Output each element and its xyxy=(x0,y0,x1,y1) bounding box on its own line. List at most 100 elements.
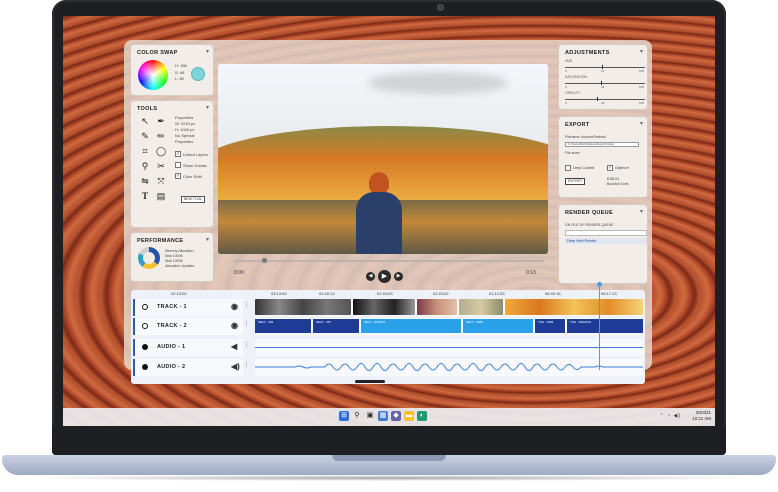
more-icon[interactable]: ⋮ xyxy=(244,342,249,348)
audio-lane-1[interactable] xyxy=(255,339,643,356)
ruler-tick: 01:12:03 xyxy=(489,291,505,296)
track-record-icon[interactable] xyxy=(142,364,148,370)
new-tool-button[interactable]: NEW TOOL xyxy=(181,196,205,203)
task-view-icon[interactable]: ▣ xyxy=(365,411,375,421)
chat-icon[interactable]: ◆ xyxy=(391,411,401,421)
video-clip-sunset[interactable] xyxy=(417,299,457,315)
start-icon[interactable]: ⊞ xyxy=(339,411,349,421)
widgets-icon[interactable]: ▦ xyxy=(378,411,388,421)
eye-icon[interactable]: ◉ xyxy=(231,321,238,330)
audio-level-line xyxy=(255,347,643,348)
clip-bar[interactable]: TSH - SEARCH xyxy=(567,319,643,333)
fast-forward-icon[interactable]: ▶ xyxy=(394,272,403,281)
scrubber-handle[interactable] xyxy=(262,258,267,263)
panel-title: RENDER QUEUE xyxy=(565,210,613,216)
video-clip-bw[interactable] xyxy=(255,299,351,315)
audio-waveform xyxy=(255,363,643,371)
color-swap-panel: COLOR SWAP ▾ H: 186 S: 46 L: 80 xyxy=(130,44,214,96)
pen-tool-icon[interactable]: ✒ xyxy=(155,115,167,127)
zoom-tool-icon[interactable]: ⚲ xyxy=(139,160,151,172)
crop-tool-icon[interactable]: ⌗ xyxy=(139,145,151,157)
optimize-checkbox[interactable]: ✓ Optimize xyxy=(607,165,629,171)
tool-properties: Properties W: 2240 px H: 1040 px No Spec… xyxy=(175,115,213,145)
panel-menu-icon[interactable]: ▾ xyxy=(206,104,209,111)
play-icon[interactable]: ▶ xyxy=(378,270,391,283)
ruler-tick: 01:40:13 xyxy=(319,291,335,296)
clip-bar[interactable]: TSH - 3456 xyxy=(535,319,565,333)
text-tool-icon[interactable]: T xyxy=(139,190,151,202)
scissors-tool-icon[interactable]: ✂ xyxy=(155,160,167,172)
more-icon[interactable]: ⋮ xyxy=(244,321,249,327)
video-clip-autumn[interactable] xyxy=(505,299,643,315)
deep-context-checkbox[interactable]: Deep Context xyxy=(565,165,594,171)
preview-scrubber[interactable] xyxy=(234,260,544,262)
panel-menu-icon[interactable]: ▾ xyxy=(640,48,643,55)
queue-selected-item[interactable]: Deep Next Render xyxy=(565,238,647,244)
document-tool-icon[interactable]: ▤ xyxy=(155,190,167,202)
edge-icon[interactable]: ◐ xyxy=(417,411,427,421)
timeline-ruler: 02:13:00 03:13:00 01:40:13 01:44:03 01:2… xyxy=(131,290,645,297)
rewind-icon[interactable]: ◀ xyxy=(366,272,375,281)
clip-bar[interactable]: SELF - 5080 xyxy=(463,319,533,333)
timeline-playhead[interactable] xyxy=(597,282,602,370)
checkbox-box[interactable]: ✓ xyxy=(607,165,613,171)
system-tray-icons[interactable]: ⌃ ◔ ◀) xyxy=(660,413,682,419)
track-record-icon[interactable] xyxy=(142,344,148,350)
search-icon[interactable]: ⚲ xyxy=(352,411,362,421)
color-shift-checkbox[interactable]: ✓ Color Shift xyxy=(175,173,202,179)
linked-layers-checkbox[interactable]: ✓ Linked Layers xyxy=(175,151,208,157)
video-lane-2[interactable]: SELF - 345 SELF - 357 SELF - 07/2023 SEL… xyxy=(255,318,643,335)
hue-slider[interactable] xyxy=(565,65,645,69)
taskbar-clock[interactable]: 9/23/21 10:11 AM xyxy=(692,410,711,422)
ellipse-tool-icon[interactable]: ◯ xyxy=(155,145,167,157)
brush-tool-icon[interactable]: ✎ xyxy=(139,130,151,142)
checkbox-box[interactable]: ✓ xyxy=(175,173,181,179)
track-record-icon[interactable] xyxy=(142,323,148,329)
eye-icon[interactable]: ◉ xyxy=(231,302,238,311)
timeline-scroll-thumb[interactable] xyxy=(355,380,385,383)
color-wheel[interactable] xyxy=(138,60,168,90)
panel-title: TOOLS xyxy=(137,106,158,112)
audio-lane-2[interactable] xyxy=(255,359,643,376)
speaker-icon[interactable]: ◀ xyxy=(231,342,237,351)
slider-thumb[interactable] xyxy=(597,97,598,101)
video-clip-field[interactable] xyxy=(459,299,503,315)
video-preview[interactable] xyxy=(218,64,548,254)
export-button[interactable]: EXPORT xyxy=(565,178,585,185)
panel-menu-icon[interactable]: ▾ xyxy=(640,120,643,127)
performance-donut-chart xyxy=(138,247,160,269)
checkbox-box[interactable]: ✓ xyxy=(175,151,181,157)
video-lane-1[interactable] xyxy=(255,299,643,316)
move-tool-icon[interactable]: ↖ xyxy=(139,115,151,127)
pencil-tool-icon[interactable]: ✏ xyxy=(155,130,167,142)
flip-tool-icon[interactable]: ⇋ xyxy=(139,175,151,187)
clip-bar[interactable]: SELF - 07/2023 xyxy=(361,319,461,333)
video-clip-dark[interactable] xyxy=(353,299,415,315)
clock-time: 10:11 AM xyxy=(692,416,711,421)
checkbox-box[interactable] xyxy=(565,165,571,171)
track-record-icon[interactable] xyxy=(142,304,148,310)
track-header-video-1[interactable]: TRACK - 1 ◉ ⋮ xyxy=(133,299,249,316)
checkbox-label: Deep Context xyxy=(573,166,595,170)
panel-menu-icon[interactable]: ▾ xyxy=(640,208,643,215)
speaker-loud-icon[interactable]: ◀) xyxy=(231,362,240,371)
show-guides-checkbox[interactable]: Show Guides xyxy=(175,162,207,168)
saturation-slider[interactable] xyxy=(565,81,645,85)
track-header-video-2[interactable]: TRACK - 2 ◉ ⋮ xyxy=(133,318,249,335)
track-header-audio-1[interactable]: AUDIO - 1 ◀ ⋮ xyxy=(133,339,249,356)
clip-bar[interactable]: SELF - 345 xyxy=(255,319,311,333)
opacity-slider[interactable] xyxy=(565,97,645,101)
slider-min: 0 xyxy=(565,101,567,105)
export-path-field[interactable]: C:/Users/Dell/Videos/Export/Folder xyxy=(565,142,639,147)
file-explorer-icon[interactable]: ▬ xyxy=(404,411,414,421)
hue-value: H: 186 xyxy=(175,63,187,68)
panel-menu-icon[interactable]: ▾ xyxy=(206,48,209,55)
transform-tool-icon[interactable]: ⤧ xyxy=(155,175,167,187)
panel-menu-icon[interactable]: ▾ xyxy=(206,236,209,243)
more-icon[interactable]: ⋮ xyxy=(244,302,249,308)
color-swatch[interactable] xyxy=(191,67,205,81)
track-header-audio-2[interactable]: AUDIO - 2 ◀) ⋮ xyxy=(133,359,249,376)
clip-bar[interactable]: SELF - 357 xyxy=(313,319,359,333)
checkbox-box[interactable] xyxy=(175,162,181,168)
more-icon[interactable]: ⋮ xyxy=(244,362,249,368)
